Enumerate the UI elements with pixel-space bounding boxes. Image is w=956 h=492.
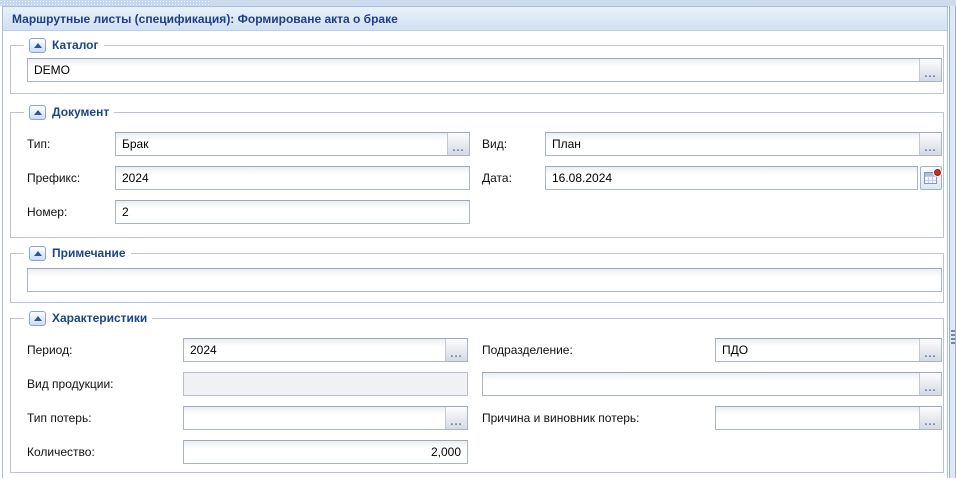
group-document-title: Документ [52,104,109,120]
group-note-legend: Примечание [24,245,131,261]
number-input[interactable] [115,200,470,224]
panel-body: Каталог ... Документ Тип: [3,45,947,492]
group-characteristics-legend: Характеристики [24,310,152,326]
up-triangle-icon [34,316,42,321]
loss-type-label: Тип потерь: [27,411,183,425]
ellipsis-icon: ... [924,68,936,80]
group-catalog-title: Каталог [52,37,99,53]
group-document-legend: Документ [24,104,114,120]
quantity-label: Количество: [27,445,183,459]
collapse-button-characteristics[interactable] [29,311,46,326]
loss-type-browse-button[interactable]: ... [445,407,467,429]
group-note-title: Примечание [52,245,126,261]
panel-title: Маршрутные листы (спецификация): Формиро… [12,12,398,26]
period-browse-button[interactable]: ... [445,339,467,361]
ellipsis-icon: ... [450,416,462,428]
product-lookup-browse-button[interactable]: ... [919,373,941,395]
prefix-input[interactable] [115,166,470,190]
product-kind-input [183,372,468,396]
calendar-dot-icon [934,169,941,176]
up-triangle-icon [34,251,42,256]
division-input[interactable] [715,338,942,362]
prefix-label: Префикс: [27,171,115,185]
panel-titlebar: Маршрутные листы (спецификация): Формиро… [3,7,947,31]
type-label: Тип: [27,137,115,151]
date-label: Дата: [482,171,545,185]
division-browse-button[interactable]: ... [919,339,941,361]
loss-type-input[interactable] [183,406,468,430]
type-input[interactable] [115,132,470,156]
loss-cause-input[interactable] [715,406,942,430]
period-input[interactable] [183,338,468,362]
type-browse-button[interactable]: ... [447,133,469,155]
group-characteristics: Характеристики Период: ... Подразделение… [10,318,944,473]
note-input[interactable] [27,268,942,292]
group-note: Примечание [10,253,944,303]
loss-cause-label: Причина и виновник потерь: [482,411,715,425]
period-label: Период: [27,343,183,357]
date-input[interactable] [545,166,918,190]
ellipsis-icon: ... [452,142,464,154]
product-kind-label: Вид продукции: [27,377,183,391]
up-triangle-icon [34,43,42,48]
splitter-grip-icon [951,330,955,346]
kind-label: Вид: [482,137,545,151]
number-label: Номер: [27,205,115,219]
up-triangle-icon [34,110,42,115]
division-label: Подразделение: [482,343,715,357]
group-catalog-legend: Каталог [24,37,104,53]
catalog-input[interactable] [27,58,942,82]
ellipsis-icon: ... [924,382,936,394]
group-document: Документ Тип: ... Вид: ... [10,112,944,238]
ellipsis-icon: ... [924,142,936,154]
collapse-button-catalog[interactable] [29,38,46,53]
catalog-browse-button[interactable]: ... [919,59,941,81]
product-lookup-input[interactable] [482,372,942,396]
kind-input[interactable] [545,132,942,156]
ellipsis-icon: ... [450,348,462,360]
form-panel: Маршрутные листы (спецификация): Формиро… [2,6,948,478]
right-splitter-bar[interactable] [949,6,956,478]
collapse-button-note[interactable] [29,246,46,261]
kind-browse-button[interactable]: ... [919,133,941,155]
ellipsis-icon: ... [924,348,936,360]
ellipsis-icon: ... [924,416,936,428]
group-catalog: Каталог ... [10,45,944,94]
quantity-input[interactable] [183,440,468,464]
loss-cause-browse-button[interactable]: ... [919,407,941,429]
date-picker-button[interactable] [920,166,942,190]
group-characteristics-title: Характеристики [52,310,147,326]
collapse-button-document[interactable] [29,105,46,120]
